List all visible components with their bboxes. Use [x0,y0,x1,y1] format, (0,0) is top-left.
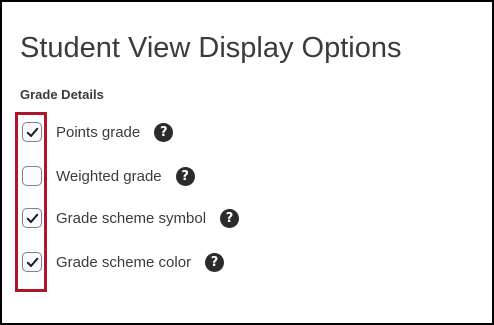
page-title: Student View Display Options [20,32,402,64]
option-weighted-grade: Weighted grade ? [22,164,195,188]
option-label: Weighted grade [56,167,162,185]
option-label: Points grade [56,123,141,141]
checkbox-highlight-annotation [15,112,47,292]
question-circle-icon[interactable]: ? [220,208,240,228]
question-circle-icon[interactable]: ? [175,166,195,186]
section-label-grade-details: Grade Details [20,87,104,102]
question-circle-icon[interactable]: ? [154,122,174,142]
option-grade-scheme-symbol: Grade scheme symbol ? [22,206,240,230]
option-label: Grade scheme color [56,253,192,271]
option-grade-scheme-color: Grade scheme color ? [22,250,225,274]
option-label: Grade scheme symbol [56,209,207,227]
question-circle-icon[interactable]: ? [205,252,225,272]
